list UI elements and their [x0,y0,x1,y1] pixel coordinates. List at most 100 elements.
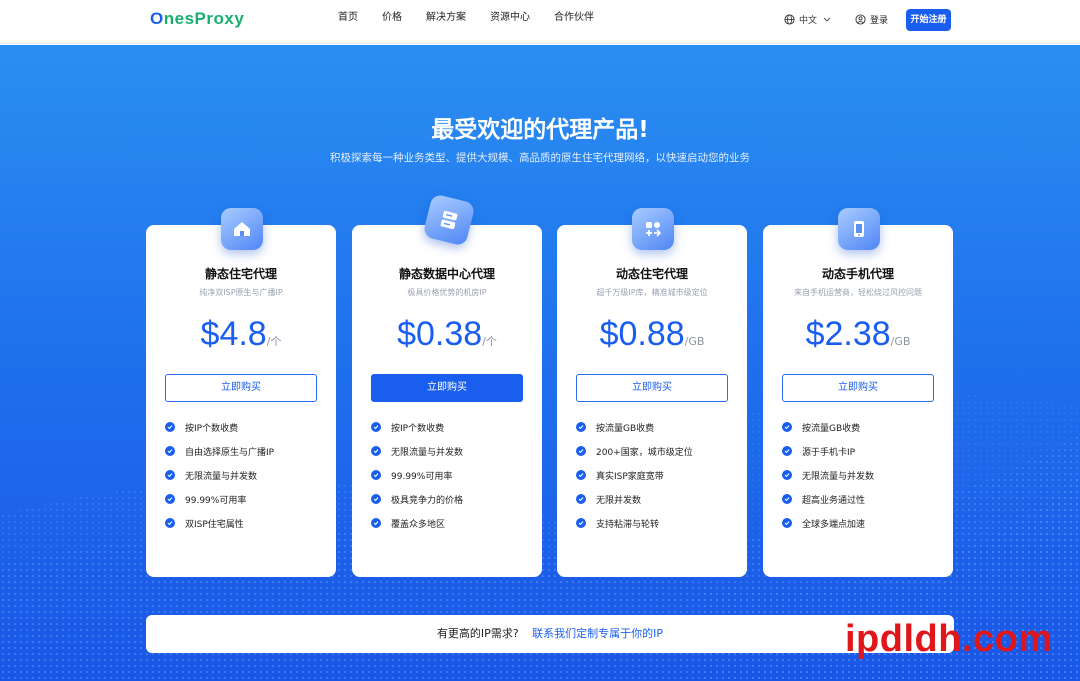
banner-question: 有更高的IP需求? [436,627,519,640]
card-description: 极具价格优势的机房IP [407,288,487,297]
check-icon [371,518,381,528]
feature-text: 无限流量与并发数 [185,471,258,482]
product-card-mobile: 动态手机代理 来自手机运营商，轻松绕过风控问题 $2.38/GB 立即购买 按流… [763,208,953,577]
check-icon [165,446,175,456]
user-icon [855,14,866,25]
feature-text: 无限流量与并发数 [802,471,875,482]
check-icon [576,446,586,456]
card-title: 静态住宅代理 [204,267,277,281]
feature-item: 超高业务通过性 [782,487,874,511]
check-icon [165,518,175,528]
feature-item: 极具竞争力的价格 [371,487,463,511]
chevron-down-icon [823,17,831,22]
feature-item: 99.99%可用率 [371,463,463,487]
check-icon [576,422,586,432]
feature-item: 200+国家，城市级定位 [576,439,693,463]
logo-text: nesProxy [163,9,245,28]
card-price: $4.8/个 [146,315,336,354]
feature-list: 按流量GB收费 源于手机卡IP 无限流量与并发数 超高业务通过性 全球多端点加速 [782,415,874,535]
language-selector[interactable]: 中文 [784,13,837,26]
price-unit: /GB [890,335,911,348]
feature-item: 按IP个数收费 [165,415,274,439]
card-description: 来自手机运营商，轻松绕过风控问题 [794,288,922,297]
contact-us-link[interactable]: 联系我们定制专属于你的IP [532,627,663,640]
check-icon [371,422,381,432]
feature-text: 覆盖众多地区 [391,519,446,530]
buy-now-button[interactable]: 立即购买 [576,374,728,402]
custom-ip-banner: 有更高的IP需求? 联系我们定制专属于你的IP [146,615,954,653]
mobile-icon [838,208,880,250]
check-icon [165,422,175,432]
price-amount: $2.38 [805,315,891,353]
feature-item: 真实ISP家庭宽带 [576,463,693,487]
check-icon [782,518,792,528]
feature-text: 超高业务通过性 [802,495,866,506]
feature-text: 全球多端点加速 [802,519,866,530]
card-price: $0.88/GB [557,315,747,354]
signup-button[interactable]: 开始注册 [906,9,951,31]
buy-now-button[interactable]: 立即购买 [782,374,934,402]
feature-text: 支持粘滞与轮转 [596,519,660,530]
feature-text: 极具竞争力的价格 [391,495,464,506]
product-card-static-residential: 静态住宅代理 纯净双ISP原生与广播IP $4.8/个 立即购买 按IP个数收费… [146,208,336,577]
card-price: $0.38/个 [352,315,542,354]
check-icon [371,470,381,480]
check-icon [576,494,586,504]
feature-item: 无限流量与并发数 [165,463,274,487]
feature-item: 按IP个数收费 [371,415,463,439]
feature-item: 源于手机卡IP [782,439,874,463]
watermark: ipdldh.com [845,618,1053,660]
feature-text: 按IP个数收费 [391,423,445,434]
buy-now-button[interactable]: 立即购买 [165,374,317,402]
card-description: 纯净双ISP原生与广播IP [199,288,283,297]
product-card-static-datacenter: 静态数据中心代理 极具价格优势的机房IP $0.38/个 立即购买 按IP个数收… [352,193,542,577]
feature-text: 200+国家，城市级定位 [596,447,693,458]
buy-now-button[interactable]: 立即购买 [371,374,523,402]
price-unit: /个 [482,335,497,348]
feature-list: 按IP个数收费 无限流量与并发数 99.99%可用率 极具竞争力的价格 覆盖众多… [371,415,463,535]
login-link[interactable]: 登录 [855,13,888,26]
server-icon [422,193,476,247]
feature-item: 99.99%可用率 [165,487,274,511]
feature-item: 覆盖众多地区 [371,511,463,535]
feature-text: 源于手机卡IP [802,447,856,458]
check-icon [782,446,792,456]
nav-solutions[interactable]: 解决方案 [426,12,466,24]
nav-partners[interactable]: 合作伙伴 [554,12,594,24]
card-title: 动态手机代理 [821,267,894,281]
price-unit: /GB [684,335,705,348]
nav-resources[interactable]: 资源中心 [490,12,530,24]
check-icon [371,494,381,504]
home-icon [221,208,263,250]
pricing-section: 最受欢迎的代理产品! 积极探索每一种业务类型、提供大规模、高品质的原生住宅代理网… [0,45,1080,681]
logo[interactable]: OnesProxy [150,9,244,29]
card-price: $2.38/GB [763,315,953,354]
check-icon [165,470,175,480]
feature-list: 按IP个数收费 自由选择原生与广播IP 无限流量与并发数 99.99%可用率 双… [165,415,274,535]
feature-text: 99.99%可用率 [391,471,453,482]
main-nav: 首页 价格 解决方案 资源中心 合作伙伴 [338,12,618,24]
feature-item: 无限流量与并发数 [371,439,463,463]
login-label: 登录 [870,16,889,26]
price-unit: /个 [266,335,282,348]
check-icon [576,470,586,480]
feature-item: 无限流量与并发数 [782,463,874,487]
logo-mark: O [150,9,164,28]
check-icon [576,518,586,528]
nav-home[interactable]: 首页 [338,12,358,24]
feature-text: 按流量GB收费 [802,423,861,434]
feature-text: 无限流量与并发数 [391,447,464,458]
price-amount: $0.38 [397,315,483,353]
feature-item: 自由选择原生与广播IP [165,439,274,463]
check-icon [371,446,381,456]
feature-list: 按流量GB收费 200+国家，城市级定位 真实ISP家庭宽带 无限并发数 支持粘… [576,415,693,535]
top-header: OnesProxy 首页 价格 解决方案 资源中心 合作伙伴 中文 登录 开始注… [0,0,1080,44]
feature-text: 按流量GB收费 [596,423,655,434]
feature-item: 按流量GB收费 [782,415,874,439]
language-label: 中文 [799,16,818,26]
card-title: 静态数据中心代理 [398,267,495,281]
check-icon [782,494,792,504]
nav-pricing[interactable]: 价格 [382,12,402,24]
feature-text: 按IP个数收费 [185,423,239,434]
section-title: 最受欢迎的代理产品! [431,117,649,143]
